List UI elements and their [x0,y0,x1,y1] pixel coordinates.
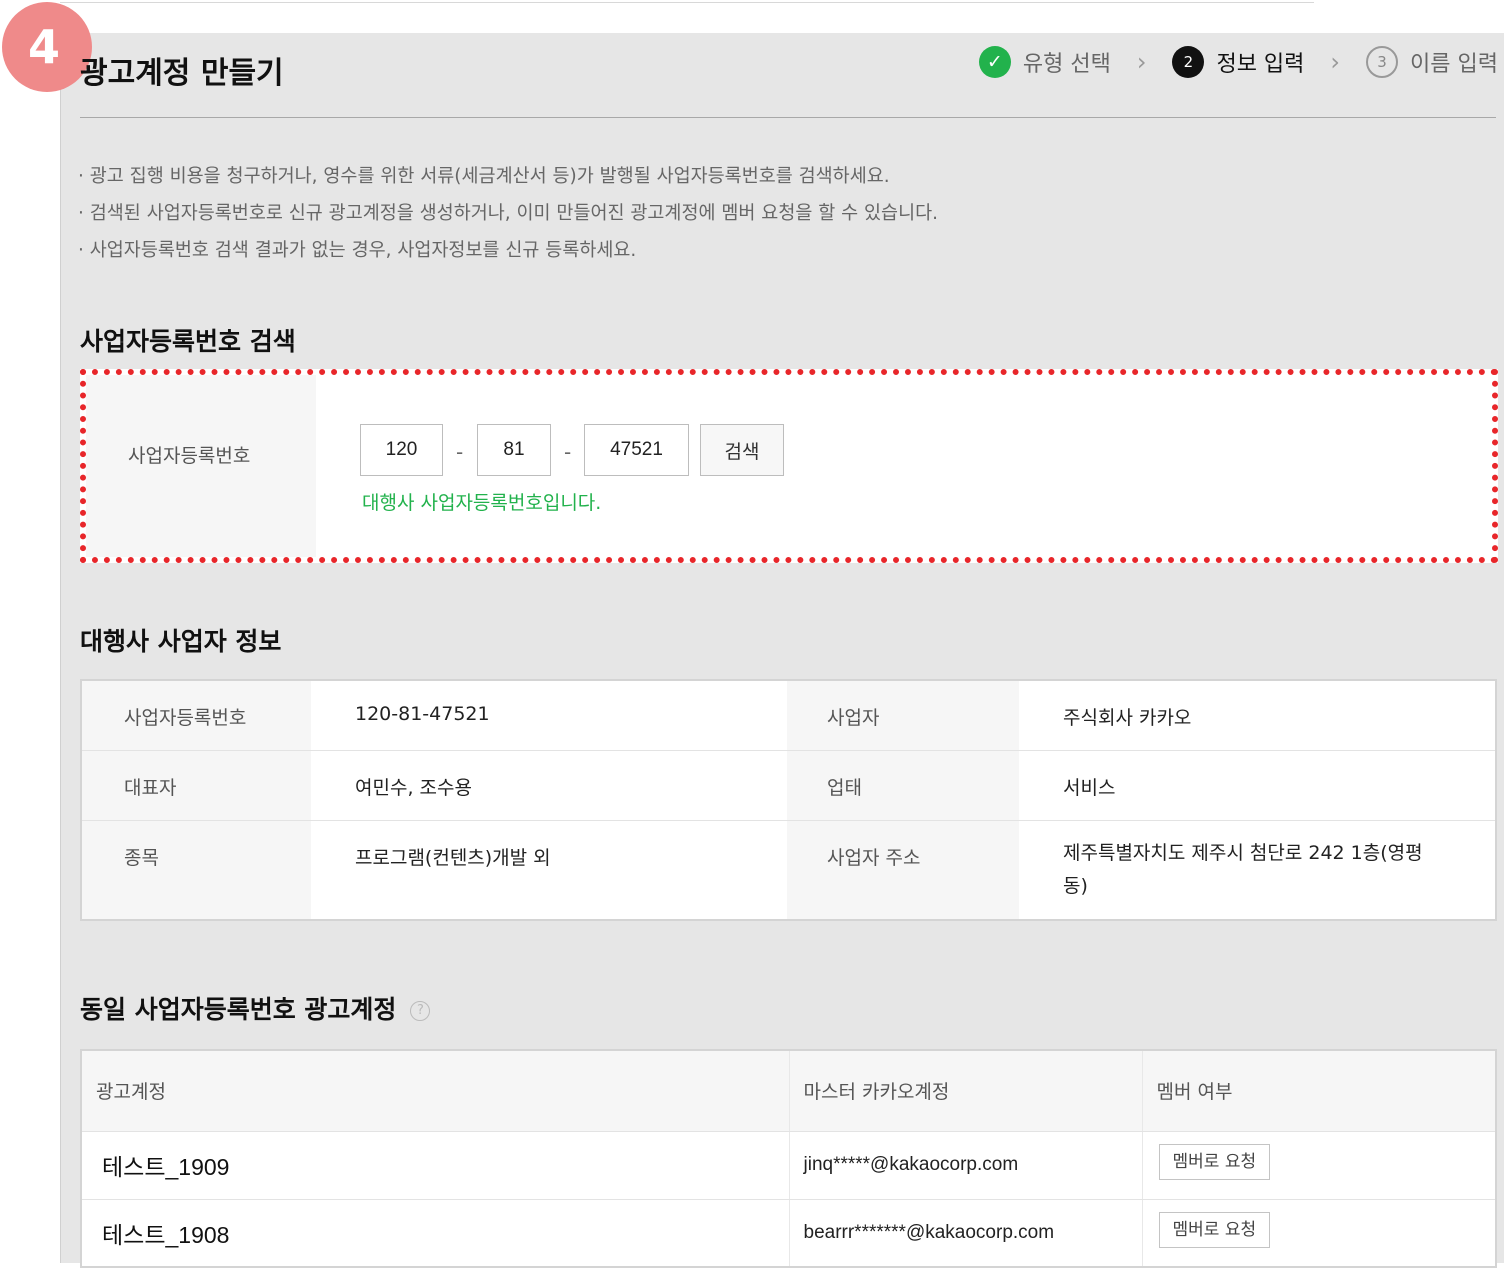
account-name: 테스트_1909 [81,1131,790,1200]
guide-notes: 광고 집행 비용을 청구하거나, 영수를 위한 서류(세금계산서 등)가 발행될… [78,158,938,269]
step-type-select[interactable]: ✓ 유형 선택 [978,46,1111,78]
table-row: 대표자 여민수, 조수용 업태 서비스 [81,750,1496,821]
validation-message: 대행사 사업자등록번호입니다. [362,492,602,514]
chevron-right-icon: › [1330,48,1341,76]
step-info-input: 2 정보 입력 [1172,46,1304,78]
row-value: 프로그램(컨텐츠)개발 외 [311,820,787,921]
chevron-right-icon: › [1136,48,1147,76]
row-value: 120-81-47521 [311,680,787,751]
page-title: 광고계정 만들기 [80,56,284,91]
account-name: 테스트_1908 [81,1199,790,1268]
guide-note: 광고 집행 비용을 청구하거나, 영수를 위한 서류(세금계산서 등)가 발행될… [78,158,938,195]
search-section-heading: 사업자등록번호 검색 [80,327,296,356]
member-status-cell: 멤버로 요청 [1142,1199,1497,1268]
business-number-label: 사업자등록번호 [128,445,251,467]
separator: - [564,440,572,464]
search-button[interactable]: 검색 [700,424,784,476]
step-number-icon: 3 [1366,46,1399,78]
row-label: 대표자 [81,750,311,821]
agency-info-table: 사업자등록번호 120-81-47521 사업자 주식회사 카카오 대표자 여민… [80,679,1497,921]
business-number-part2-input[interactable] [477,424,551,476]
business-number-part3-input[interactable] [584,424,689,476]
column-header: 광고계정 [81,1050,790,1132]
guide-note: 검색된 사업자등록번호로 신규 광고계정을 생성하거나, 이미 만들어진 광고계… [78,195,938,232]
step-label: 유형 선택 [1022,52,1111,77]
row-label: 사업자등록번호 [81,680,311,751]
business-number-part1-input[interactable] [360,424,443,476]
row-label: 사업자 [787,680,1019,751]
step-label: 이름 입력 [1410,52,1498,77]
search-label-cell: 사업자등록번호 [86,375,316,557]
row-value: 주식회사 카카오 [1019,680,1496,751]
business-number-search-box: 사업자등록번호 - - 검색 대행사 사업자등록번호입니다. [80,369,1498,563]
column-header: 마스터 카카오계정 [789,1050,1143,1132]
agency-info-heading: 대행사 사업자 정보 [80,627,282,656]
table-header-row: 광고계정 마스터 카카오계정 멤버 여부 [81,1050,1497,1132]
master-account: jinq*****@kakaocorp.com [789,1131,1143,1200]
step-number-badge: 4 [2,2,92,92]
row-label: 업태 [787,750,1019,821]
table-row: 종목 프로그램(컨텐츠)개발 외 사업자 주소 제주특별자치도 제주시 첨단로 … [81,820,1496,921]
check-circle-icon: ✓ [978,46,1011,78]
request-member-button[interactable]: 멤버로 요청 [1158,1211,1271,1248]
separator: - [456,440,464,464]
accounts-heading-text: 동일 사업자등록번호 광고계정 [80,995,397,1024]
master-account: bearrr*******@kakaocorp.com [789,1199,1143,1268]
step-label: 정보 입력 [1216,52,1305,77]
table-row: 테스트_1908 bearrr*******@kakaocorp.com 멤버로… [81,1199,1497,1268]
row-label: 종목 [81,820,311,921]
member-status-cell: 멤버로 요청 [1142,1131,1497,1200]
step-indicator: ✓ 유형 선택 › 2 정보 입력 › 3 이름 입력 [978,46,1498,78]
top-border-line [60,0,1314,3]
table-row: 사업자등록번호 120-81-47521 사업자 주식회사 카카오 [81,680,1496,751]
accounts-section-heading: 동일 사업자등록번호 광고계정? [80,990,431,1026]
guide-note: 사업자등록번호 검색 결과가 없는 경우, 사업자정보를 신규 등록하세요. [78,232,938,269]
column-header: 멤버 여부 [1142,1050,1497,1132]
row-value: 제주특별자치도 제주시 첨단로 242 1층(영평동) [1019,820,1496,921]
header-divider [80,117,1496,118]
table-row: 테스트_1909 jinq*****@kakaocorp.com 멤버로 요청 [81,1131,1497,1200]
row-label: 사업자 주소 [787,820,1019,921]
row-value: 서비스 [1019,750,1496,821]
help-icon[interactable]: ? [410,1001,431,1021]
request-member-button[interactable]: 멤버로 요청 [1158,1143,1271,1180]
row-value: 여민수, 조수용 [311,750,787,821]
accounts-table: 광고계정 마스터 카카오계정 멤버 여부 테스트_1909 jinq*****@… [80,1049,1497,1268]
step-name-input: 3 이름 입력 [1366,46,1498,78]
step-number-icon: 2 [1172,46,1205,78]
